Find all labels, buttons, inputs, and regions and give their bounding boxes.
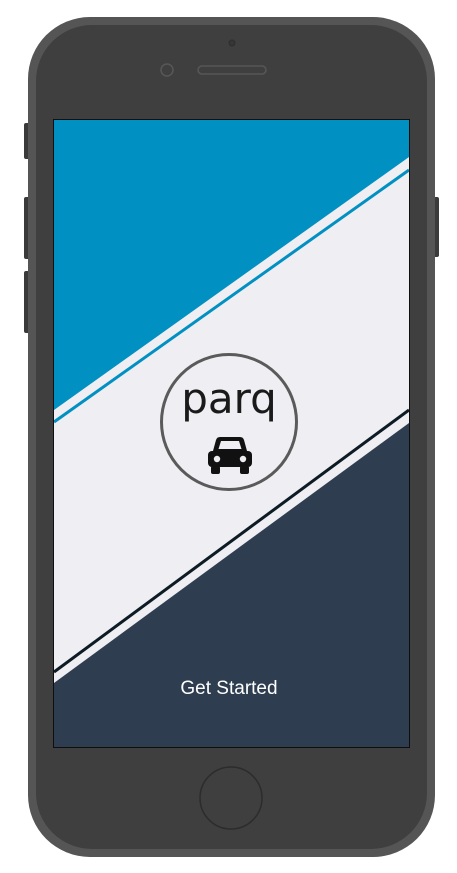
get-started-button[interactable]: Get Started xyxy=(54,676,404,702)
home-button[interactable] xyxy=(199,766,263,830)
front-camera xyxy=(228,39,236,47)
car-icon xyxy=(208,437,252,474)
app-screen: parq Get Started xyxy=(54,120,409,747)
logo-text: parq xyxy=(181,374,277,423)
